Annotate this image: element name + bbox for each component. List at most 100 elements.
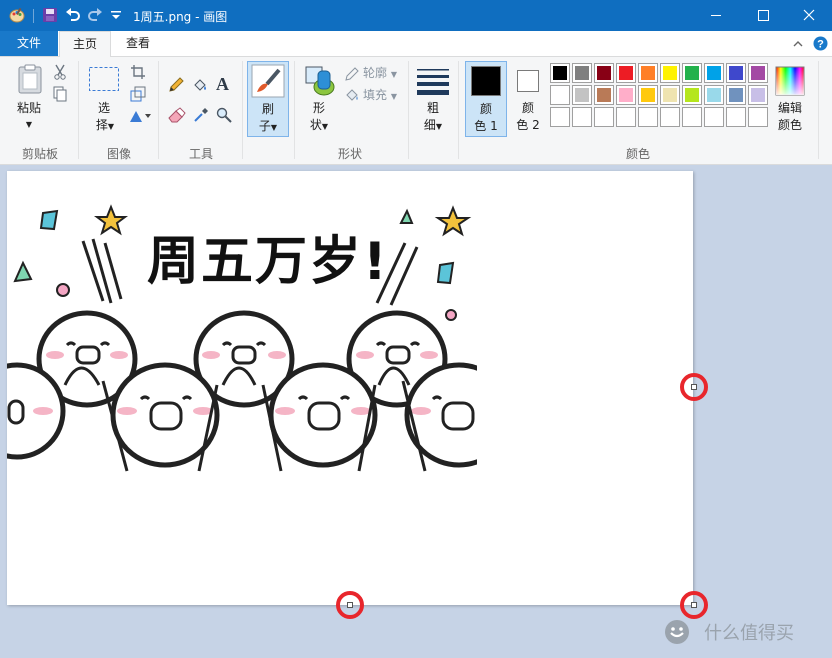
- palette-swatch[interactable]: [616, 85, 636, 105]
- paste-dropdown-arrow[interactable]: ▼: [23, 117, 35, 133]
- palette-swatch-color: [729, 110, 743, 124]
- color-1-swatch: [471, 66, 501, 96]
- cut-icon[interactable]: [52, 64, 68, 80]
- brushes-button[interactable]: 刷 子▼: [247, 61, 289, 137]
- color-picker-icon[interactable]: [193, 107, 209, 123]
- help-icon[interactable]: ?: [813, 36, 828, 51]
- fill-label: 填充: [363, 88, 388, 102]
- palette-swatch[interactable]: [726, 85, 746, 105]
- undo-icon[interactable]: [65, 7, 81, 23]
- redo-icon[interactable]: [87, 7, 103, 23]
- palette-swatch[interactable]: [682, 63, 702, 83]
- text-icon[interactable]: A: [216, 74, 234, 94]
- rotate-icon[interactable]: [128, 108, 152, 124]
- fill-button[interactable]: 填充 ▼: [363, 87, 413, 105]
- brushes-label-line1: 刷: [261, 102, 274, 116]
- maximize-icon[interactable]: [740, 0, 786, 31]
- palette-swatch[interactable]: [572, 85, 592, 105]
- palette-swatch-color: [597, 88, 611, 102]
- size-label-line2: 细: [423, 118, 436, 132]
- copy-icon[interactable]: [52, 86, 68, 102]
- outline-button[interactable]: 轮廓 ▼: [363, 65, 413, 83]
- select-button[interactable]: 择▼: [88, 117, 122, 135]
- edit-colors-button[interactable]: 编辑 颜色: [770, 63, 810, 139]
- palette-swatch[interactable]: [704, 107, 724, 127]
- customize-toolbar-icon[interactable]: [108, 7, 124, 23]
- shapes-icon[interactable]: [304, 65, 336, 97]
- paste-button[interactable]: 粘贴: [12, 100, 46, 116]
- palette-swatch[interactable]: [638, 63, 658, 83]
- palette-swatch[interactable]: [660, 85, 680, 105]
- tab-file[interactable]: 文件: [0, 31, 58, 56]
- palette-swatch[interactable]: [616, 63, 636, 83]
- fill-bucket-icon[interactable]: [192, 77, 208, 93]
- drawing-canvas[interactable]: 周五万岁!: [7, 171, 693, 605]
- palette-swatch-color: [707, 66, 721, 80]
- ribbon-tab-bar: 文件 主页 查看 ?: [0, 31, 832, 58]
- palette-swatch[interactable]: [550, 63, 570, 83]
- brush-icon: [251, 64, 285, 98]
- highlight-ring: [336, 591, 364, 619]
- palette-swatch-color: [641, 66, 655, 80]
- meme-picture: 周五万岁!: [7, 171, 477, 479]
- palette-swatch[interactable]: [726, 107, 746, 127]
- shapes-label-line1[interactable]: 形: [304, 100, 334, 116]
- palette-swatch-color: [597, 66, 611, 80]
- color-1-label-line1: 颜: [479, 102, 492, 116]
- palette-swatch-color: [575, 110, 589, 124]
- close-icon[interactable]: [786, 0, 832, 31]
- palette-swatch[interactable]: [748, 63, 768, 83]
- palette-swatch[interactable]: [704, 63, 724, 83]
- paste-icon[interactable]: [14, 63, 46, 95]
- pencil-icon[interactable]: [168, 77, 184, 93]
- palette-swatch[interactable]: [638, 107, 658, 127]
- paint-app-icon[interactable]: [9, 7, 25, 23]
- palette-swatch-color: [663, 66, 677, 80]
- color-2-button[interactable]: 颜 色 2: [509, 61, 549, 137]
- select-dropdown-arrow: ▼: [107, 122, 115, 131]
- palette-swatch[interactable]: [594, 107, 614, 127]
- select-button-line2: 择: [95, 118, 108, 132]
- palette-swatch[interactable]: [638, 85, 658, 105]
- palette-swatch[interactable]: [660, 107, 680, 127]
- palette-swatch[interactable]: [704, 85, 724, 105]
- save-icon[interactable]: [42, 7, 58, 23]
- palette-swatch[interactable]: [748, 107, 768, 127]
- palette-swatch[interactable]: [682, 85, 702, 105]
- palette-swatch[interactable]: [594, 85, 614, 105]
- fill-icon: [346, 89, 358, 101]
- color-2-label-line1: 颜: [521, 101, 534, 115]
- palette-swatch-color: [553, 88, 567, 102]
- palette-swatch[interactable]: [682, 107, 702, 127]
- palette-swatch-color: [751, 66, 765, 80]
- eraser-icon[interactable]: [168, 107, 186, 123]
- palette-swatch[interactable]: [572, 107, 592, 127]
- collapse-ribbon-icon[interactable]: [791, 37, 805, 51]
- palette-swatch[interactable]: [550, 107, 570, 127]
- canvas-area: 周五万岁!: [0, 166, 832, 658]
- resize-icon[interactable]: [130, 86, 146, 102]
- outline-dropdown-arrow: ▼: [390, 70, 397, 79]
- tab-home[interactable]: 主页: [59, 31, 111, 58]
- tab-view[interactable]: 查看: [113, 31, 163, 57]
- color-1-button[interactable]: 颜 色 1: [465, 61, 507, 137]
- palette-swatch-color: [619, 110, 633, 124]
- crop-icon[interactable]: [130, 64, 146, 80]
- palette-swatch[interactable]: [550, 85, 570, 105]
- minimize-icon[interactable]: [693, 0, 739, 31]
- select-button-line1[interactable]: 选: [90, 100, 118, 116]
- palette-swatch-color: [685, 110, 699, 124]
- select-icon[interactable]: [88, 66, 120, 92]
- group-separator: [158, 61, 159, 159]
- color-2-swatch: [517, 70, 539, 92]
- palette-swatch[interactable]: [748, 85, 768, 105]
- palette-swatch-color: [685, 66, 699, 80]
- palette-swatch[interactable]: [616, 107, 636, 127]
- magnifier-icon[interactable]: [216, 107, 232, 123]
- palette-swatch[interactable]: [572, 63, 592, 83]
- palette-swatch[interactable]: [594, 63, 614, 83]
- palette-swatch[interactable]: [660, 63, 680, 83]
- shapes-button[interactable]: 状▼: [302, 117, 336, 135]
- size-button[interactable]: 粗 细▼: [414, 63, 452, 139]
- palette-swatch[interactable]: [726, 63, 746, 83]
